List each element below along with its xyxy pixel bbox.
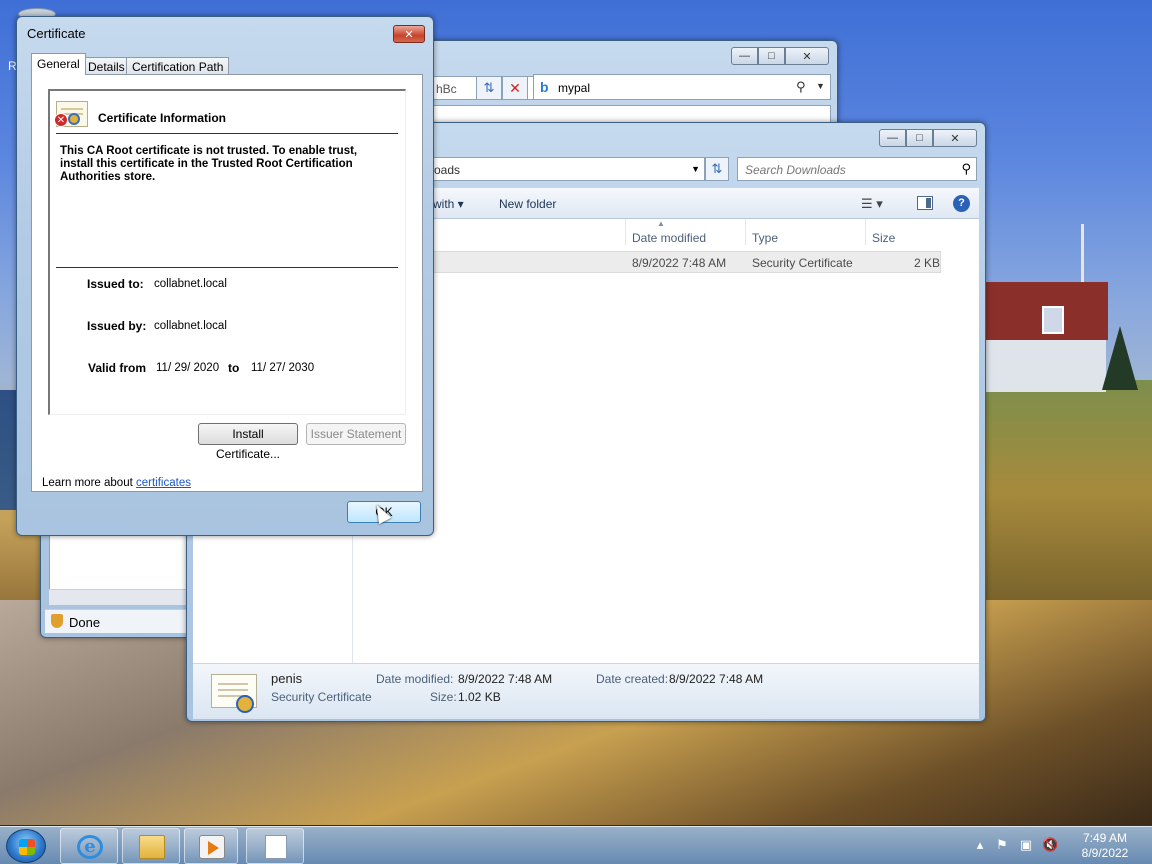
taskbar-internet-explorer[interactable]: e	[60, 828, 118, 864]
explorer-caption-buttons: — □ ✕	[879, 129, 977, 147]
dialog-body: General Details Certification Path ✕ Cer…	[25, 53, 425, 507]
show-hidden-icons-icon[interactable]: ▴	[972, 837, 988, 853]
help-icon[interactable]: ?	[953, 195, 970, 212]
error-icon: ✕	[54, 113, 68, 127]
issued-by-label: Issued by:	[87, 319, 147, 333]
valid-from-value: 11/ 29/ 2020	[156, 362, 220, 374]
refresh-icon[interactable]: ⇅	[705, 157, 729, 181]
column-date-modified[interactable]: Date modified	[632, 231, 706, 245]
details-file-type: Security Certificate	[271, 690, 372, 704]
divider	[56, 267, 398, 268]
taskbar: e ▴ ⚑ ▣ 🔇 7:49 AM 8/9/2022	[0, 826, 1152, 864]
refresh-icon[interactable]: ⇅	[476, 76, 502, 100]
chevron-down-icon[interactable]: ▼	[816, 81, 825, 91]
taskbar-explorer[interactable]	[122, 828, 180, 864]
search-input[interactable]: Search Downloads	[745, 163, 846, 177]
maximize-button[interactable]: □	[758, 47, 785, 65]
dialog-caption-buttons: ✕	[393, 25, 425, 43]
trust-warning: This CA Root certificate is not trusted.…	[60, 145, 358, 183]
details-date-modified-label: Date modified:	[376, 672, 454, 686]
valid-to-value: 11/ 27/ 2030	[251, 362, 315, 374]
sort-arrow-icon: ▲	[657, 219, 665, 228]
close-button[interactable]: ✕	[933, 129, 977, 147]
file-list: ▲ Date modified Type Size 8/9/2022 7:48 …	[353, 219, 979, 663]
new-folder-button[interactable]: New folder	[499, 197, 556, 211]
folder-icon	[139, 835, 165, 859]
learn-more-text: Learn more about certificates	[42, 477, 191, 489]
search-icon[interactable]: ⚲	[961, 161, 971, 177]
clock-time: 7:49 AM	[1082, 831, 1128, 845]
close-button[interactable]: ✕	[393, 25, 425, 43]
column-type[interactable]: Type	[752, 231, 778, 245]
details-size-label: Size:	[430, 690, 457, 704]
windows-logo-icon	[19, 839, 35, 855]
details-pane: penis Security Certificate Date modified…	[193, 663, 979, 719]
file-date: 8/9/2022 7:48 AM	[632, 256, 727, 270]
certificates-link[interactable]: certificates	[136, 477, 191, 489]
stop-icon[interactable]: ✕	[502, 76, 528, 100]
issued-by-value: collabnet.local	[154, 320, 227, 332]
network-icon[interactable]: ▣	[1018, 837, 1034, 853]
column-size[interactable]: Size	[872, 231, 895, 245]
action-center-flag-icon[interactable]: ⚑	[994, 837, 1010, 853]
explorer-search-box[interactable]: Search Downloads ⚲	[737, 157, 977, 181]
divider	[56, 133, 398, 134]
ie-status-bar: Done	[45, 609, 195, 633]
maximize-button[interactable]: □	[906, 129, 933, 147]
details-date-created-label: Date created:	[596, 672, 669, 686]
clock-date: 8/9/2022	[1081, 846, 1129, 860]
search-icon[interactable]: ⚲	[796, 79, 806, 95]
document-icon	[265, 835, 287, 859]
minimize-button[interactable]: —	[879, 129, 906, 147]
valid-from-label: Valid from	[88, 361, 147, 375]
general-panel: ✕ Certificate Information This CA Root c…	[31, 74, 423, 492]
certificate-file-icon	[211, 674, 257, 713]
issued-to-label: Issued to:	[87, 277, 144, 291]
chevron-down-icon[interactable]: ▼	[691, 164, 700, 174]
open-with-button[interactable]: with ▾	[433, 197, 464, 211]
table-row[interactable]: 8/9/2022 7:48 AM Security Certificate 2 …	[353, 251, 941, 273]
info-title: Certificate Information	[98, 111, 227, 125]
close-button[interactable]: ✕	[785, 47, 829, 65]
ie-search-box[interactable]: b mypal ⚲ ▼	[533, 74, 831, 100]
volume-muted-icon[interactable]: 🔇	[1042, 837, 1058, 853]
horizontal-scrollbar[interactable]	[49, 589, 189, 605]
status-text: Done	[69, 615, 101, 630]
system-clock[interactable]: 7:49 AM 8/9/2022	[1070, 831, 1140, 861]
issued-to-value: collabnet.local	[154, 278, 227, 290]
tab-certification-path[interactable]: Certification Path	[126, 57, 230, 75]
details-date-modified: 8/9/2022 7:48 AM	[458, 672, 553, 686]
details-file-name: penis	[271, 671, 303, 686]
tab-details[interactable]: Details	[82, 57, 131, 75]
explorer-address-bar[interactable]: oads ▼	[423, 157, 705, 181]
taskbar-certificate[interactable]	[246, 828, 304, 864]
house-background	[986, 282, 1108, 392]
seal-icon	[68, 113, 80, 125]
details-size: 1.02 KB	[458, 690, 501, 704]
preview-pane-icon[interactable]	[917, 196, 933, 210]
ie-caption-buttons: — □ ✕	[731, 47, 829, 65]
details-date-created: 8/9/2022 7:48 AM	[669, 672, 764, 686]
views-icon[interactable]: ☰ ▾	[861, 196, 883, 212]
file-size: 2 KB	[914, 256, 941, 270]
shield-icon	[51, 614, 63, 628]
start-button[interactable]	[6, 829, 46, 863]
issuer-statement-button: Issuer Statement	[306, 423, 406, 445]
bing-icon: b	[540, 79, 549, 95]
certificate-dialog: Certificate ✕ General Details Certificat…	[16, 16, 434, 536]
install-certificate-button[interactable]: Install Certificate...	[198, 423, 298, 461]
certificate-info-box: ✕ Certificate Information This CA Root c…	[48, 89, 406, 415]
file-type: Security Certificate	[752, 256, 853, 270]
taskbar-media-player[interactable]	[184, 828, 238, 864]
internet-explorer-icon: e	[77, 835, 103, 859]
minimize-button[interactable]: —	[731, 47, 758, 65]
valid-to-label: to	[228, 361, 240, 375]
tab-general[interactable]: General	[31, 53, 86, 75]
media-player-icon	[199, 835, 225, 859]
search-input[interactable]: mypal	[558, 81, 590, 95]
dialog-title: Certificate	[27, 26, 86, 41]
